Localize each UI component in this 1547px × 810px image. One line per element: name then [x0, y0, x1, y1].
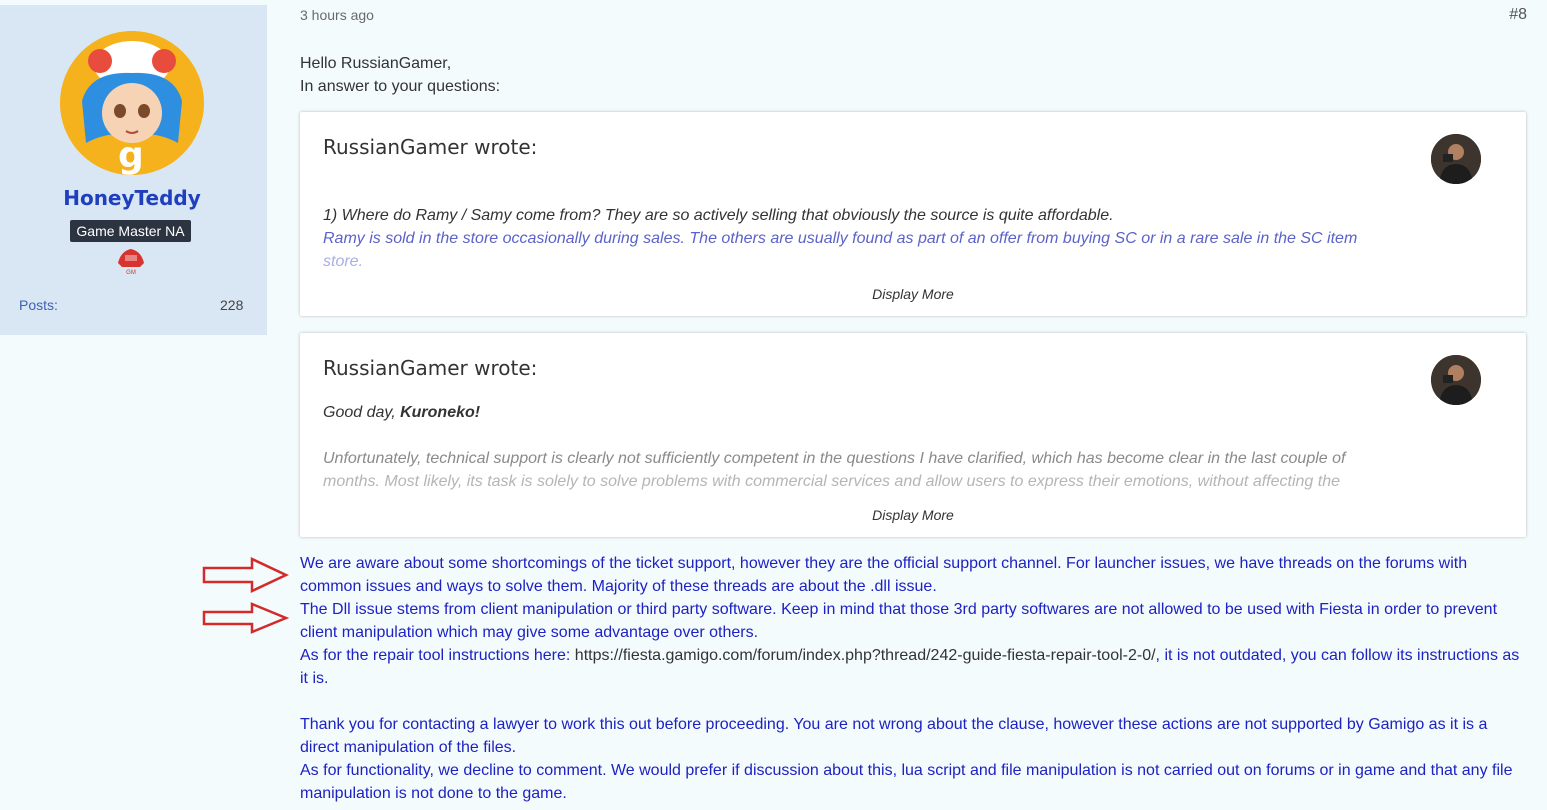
quote-author-avatar[interactable]: [1431, 134, 1481, 184]
quote-answer-line: store.: [323, 253, 364, 270]
role-badge: Game Master NA: [70, 220, 191, 242]
quote-greeting: Good day, Kuroneko!: [323, 401, 1403, 424]
quote-content: 1) Where do Ramy / Samy come from? They …: [323, 204, 1403, 273]
person-photo-icon: [1431, 355, 1481, 405]
greeting-text: Hello RussianGamer,: [300, 55, 452, 72]
quote-body-line: months. Most likely, its task is solely …: [323, 473, 1340, 490]
quote-author[interactable]: RussianGamer wrote:: [323, 356, 537, 380]
quote-greeting-name: Kuroneko!: [400, 404, 481, 421]
avatar-letter: g: [118, 135, 144, 175]
post-timestamp[interactable]: 3 hours ago: [300, 7, 374, 23]
post-intro: Hello RussianGamer, In answer to your qu…: [300, 52, 500, 98]
annotation-arrow-icon: [202, 602, 290, 634]
reply-paragraph: As for functionality, we decline to comm…: [300, 762, 1513, 802]
post-number-link[interactable]: #8: [1509, 6, 1527, 24]
username-link[interactable]: HoneyTeddy: [0, 186, 264, 210]
repair-tool-link[interactable]: https://fiesta.gamigo.com/forum/index.ph…: [575, 647, 1156, 664]
display-more-button[interactable]: Display More: [300, 507, 1526, 523]
reply-body: We are aware about some shortcomings of …: [300, 552, 1530, 805]
svg-text:GM: GM: [126, 270, 136, 275]
reply-paragraph: As for the repair tool instructions here…: [300, 644, 1530, 690]
quote-body-line: Unfortunately, technical support is clea…: [323, 450, 1346, 467]
quote-box-1: RussianGamer wrote: 1) Where do Ramy / S…: [300, 112, 1526, 316]
gm-rank-icon: GM: [118, 249, 144, 275]
quote-question: 1) Where do Ramy / Samy come from? They …: [323, 207, 1114, 224]
quote-author-avatar[interactable]: [1431, 355, 1481, 405]
user-avatar[interactable]: g: [60, 31, 204, 175]
quote-answer-line: Ramy is sold in the store occasionally d…: [323, 230, 1358, 247]
reply-text: As for the repair tool instructions here…: [300, 647, 575, 664]
posts-count: 228: [220, 297, 244, 313]
quote-content: Good day, Kuroneko! Unfortunately, techn…: [323, 401, 1403, 493]
display-more-button[interactable]: Display More: [300, 286, 1526, 302]
reply-paragraph: The Dll issue stems from client manipula…: [300, 601, 1498, 641]
person-photo-icon: [1431, 134, 1481, 184]
intro-text: In answer to your questions:: [300, 78, 501, 95]
posts-label: Posts:: [19, 297, 58, 313]
quote-greeting-prefix: Good day,: [323, 404, 396, 421]
reply-paragraph: We are aware about some shortcomings of …: [300, 555, 1468, 595]
user-sidebar: g HoneyTeddy Game Master NA GM Posts: 22…: [0, 5, 267, 335]
annotation-arrow-icon: [202, 557, 289, 593]
quote-box-2: RussianGamer wrote: Good day, Kuroneko! …: [300, 333, 1526, 537]
quote-author[interactable]: RussianGamer wrote:: [323, 135, 537, 159]
reply-paragraph: Thank you for contacting a lawyer to wor…: [300, 716, 1488, 756]
